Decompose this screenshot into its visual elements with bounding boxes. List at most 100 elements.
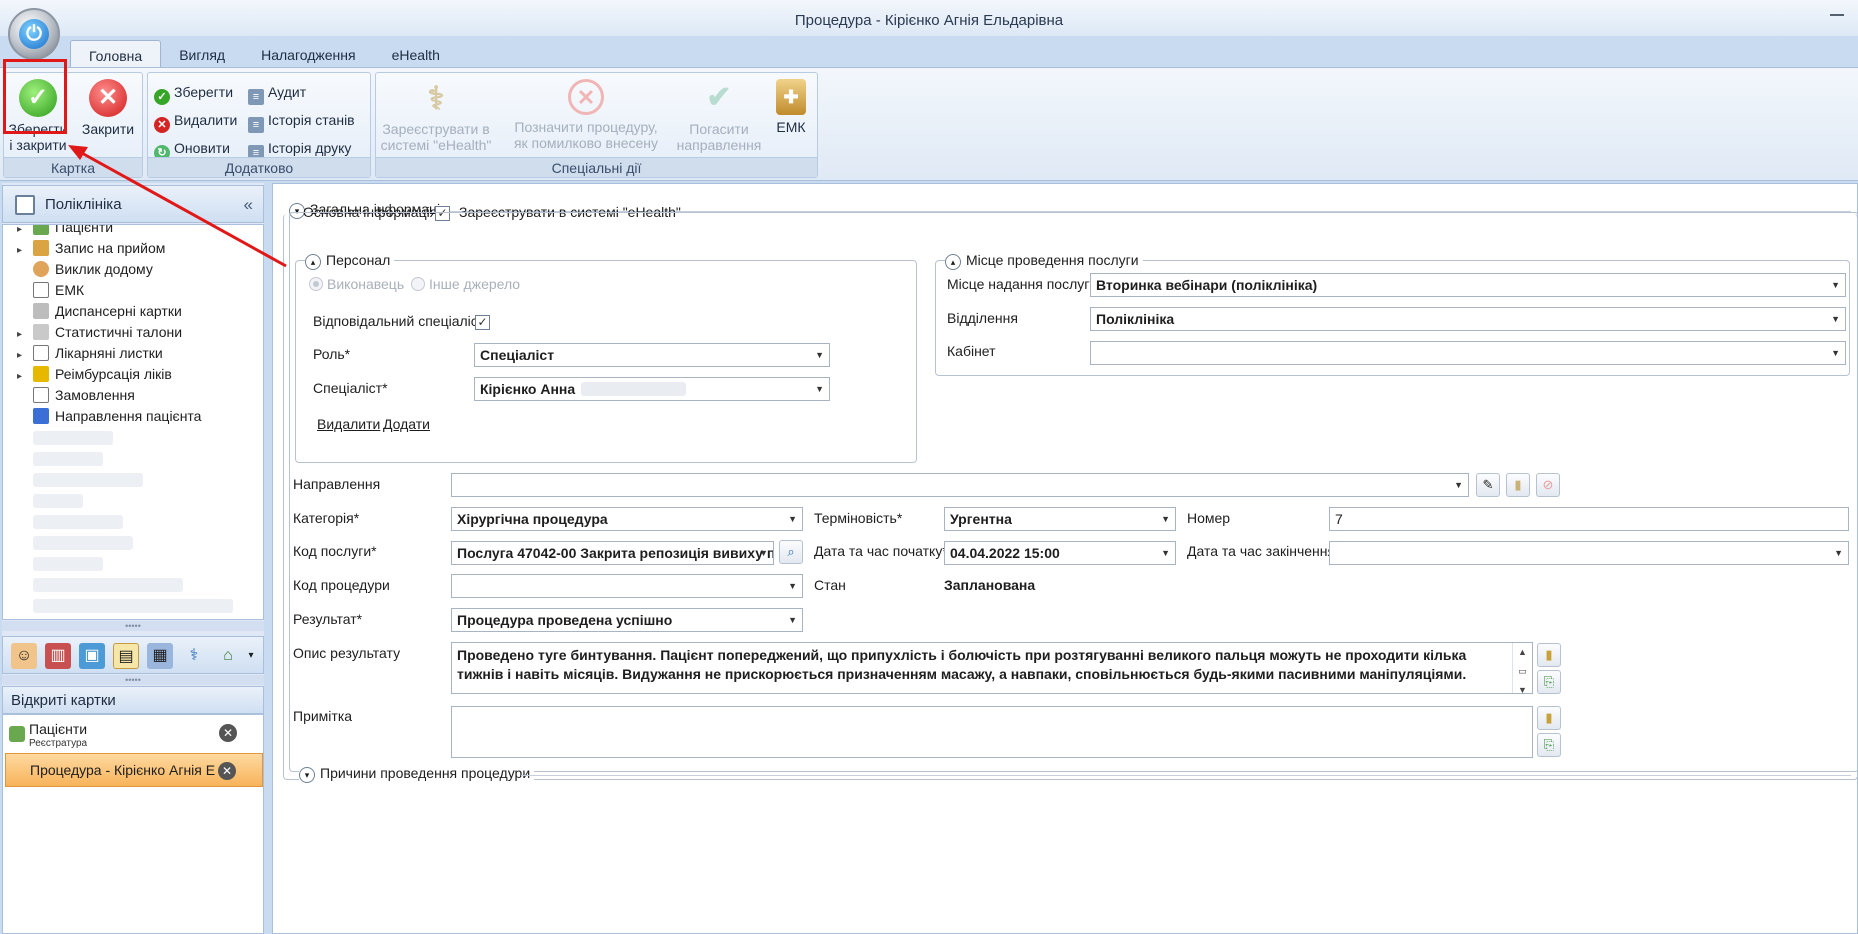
pane-splitter-2[interactable]: ••••• xyxy=(2,675,264,685)
emk-button[interactable]: ✚ ЕМК xyxy=(768,77,814,135)
note-label: Примітка xyxy=(293,708,353,724)
history-print-button[interactable]: ≡ Історія друку xyxy=(248,137,352,161)
referral-select[interactable]: ▼ xyxy=(451,473,1469,497)
book-icon: ▮ xyxy=(1545,647,1553,662)
edit-referral-button[interactable]: ✎ xyxy=(1476,473,1500,497)
audit-button[interactable]: ≡ Аудит xyxy=(248,81,306,105)
minimize-button[interactable] xyxy=(1830,14,1844,16)
blurred-item xyxy=(33,557,103,571)
no-entry-icon: ⊘ xyxy=(1542,477,1554,492)
blurred-item xyxy=(33,452,103,466)
history-print-label: Історія друку xyxy=(268,140,352,156)
start-datetime-picker[interactable]: 04.04.2022 15:00 ▼ xyxy=(944,541,1176,565)
place-header[interactable]: ▴ Місце проведення послуги xyxy=(945,252,1143,270)
mark-error-button[interactable]: ✕ Позначити процедуру, як помилково внес… xyxy=(506,77,666,151)
service-place-select[interactable]: Вторинка вебінари (поліклініка) ▼ xyxy=(1090,273,1846,297)
scroll-thumb[interactable]: ▭ xyxy=(1513,662,1532,681)
reasons-section-header[interactable]: ▾ Причини проведення процедури xyxy=(299,765,535,783)
save-and-close-button[interactable]: ✓ Зберегти і закрити xyxy=(8,77,68,153)
nav-item-stat-talons[interactable]: ▸ Статистичні талони xyxy=(3,322,182,343)
polyclinic-module-icon[interactable]: ▤ xyxy=(113,643,139,669)
urgency-select[interactable]: Ургентна ▼ xyxy=(944,507,1176,531)
group-karta: ✓ Зберегти і закрити ✕ Закрити Картка xyxy=(3,72,143,178)
insert-template-button[interactable]: ⎘ xyxy=(1537,670,1561,694)
add-personnel-link[interactable]: Додати xyxy=(383,416,430,432)
open-card-patients[interactable]: Пацієнти Реєстратура ✕ xyxy=(5,717,263,751)
sheet-icon xyxy=(33,345,49,361)
vertical-scrollbar[interactable]: ▲ ▭ ▼ xyxy=(1512,643,1532,695)
home-module-icon[interactable]: ⌂ xyxy=(215,643,241,669)
stationary-module-icon[interactable]: ▣ xyxy=(79,643,105,669)
medical-module-icon[interactable]: ⚕ xyxy=(181,643,207,669)
tab-settings[interactable]: Налагодження xyxy=(243,40,374,68)
end-datetime-picker[interactable]: ▼ xyxy=(1329,541,1849,565)
open-card-procedure[interactable]: Процедура - Кірієнко Агнія Ельдарівна ✕ xyxy=(5,753,263,787)
start-datetime-label: Дата та час початку* xyxy=(814,543,948,559)
group-dodatkovo-label: Додатково xyxy=(148,157,370,177)
nav-item-dispensary[interactable]: Диспансерні картки xyxy=(3,301,182,322)
close-card-icon[interactable]: ✕ xyxy=(218,762,236,780)
stat-icon xyxy=(33,324,49,340)
main-splitter[interactable] xyxy=(264,183,272,934)
nav-item-appointments[interactable]: ▸ Запис на прийом xyxy=(3,238,165,259)
number-input[interactable]: 7 xyxy=(1329,507,1849,531)
tab-view[interactable]: Вигляд xyxy=(161,40,243,68)
save-button[interactable]: ✓ Зберегти xyxy=(154,81,233,105)
more-modules-icon[interactable]: ▾ xyxy=(243,643,259,669)
template-book-button[interactable]: ▮ xyxy=(1537,643,1561,667)
referral-label: Направлення xyxy=(293,476,381,492)
result-select[interactable]: Процедура проведена успішно ▼ xyxy=(451,608,803,632)
blurred-item xyxy=(33,536,133,550)
tab-ehealth[interactable]: eHealth xyxy=(374,40,458,68)
note-template-book-button[interactable]: ▮ xyxy=(1537,706,1561,730)
role-select[interactable]: Спеціаліст ▼ xyxy=(474,343,830,367)
specialist-label: Спеціаліст* xyxy=(313,380,388,396)
procedure-code-select[interactable]: ▼ xyxy=(451,574,803,598)
search-service-button[interactable]: ⌕ xyxy=(779,540,803,564)
responsible-specialist-label: Відповідальний спеціаліст xyxy=(313,313,485,329)
table-module-icon[interactable]: ▦ xyxy=(147,643,173,669)
registry-module-icon[interactable]: ☺ xyxy=(11,643,37,669)
procedure-code-label: Код процедури xyxy=(293,577,390,593)
personnel-header[interactable]: ▴ Персонал xyxy=(305,252,395,270)
scroll-down-icon[interactable]: ▼ xyxy=(1513,681,1532,700)
delete-button[interactable]: ✕ Видалити xyxy=(154,109,237,133)
delete-personnel-link[interactable]: Видалити xyxy=(317,416,380,432)
refresh-button[interactable]: ↻ Оновити xyxy=(154,137,230,161)
pane-splitter[interactable]: ••••• xyxy=(2,621,264,631)
close-card-icon[interactable]: ✕ xyxy=(219,724,237,742)
note-insert-template-button[interactable]: ⎘ xyxy=(1537,733,1561,757)
category-select[interactable]: Хірургічна процедура ▼ xyxy=(451,507,803,531)
history-states-button[interactable]: ≡ Історія станів xyxy=(248,109,355,133)
collapse-icon[interactable]: « xyxy=(244,186,253,224)
nav-item-sick-leave[interactable]: ▸ Лікарняні листки xyxy=(3,343,163,364)
scroll-up-icon[interactable]: ▲ xyxy=(1513,643,1532,662)
nav-item-orders[interactable]: Замовлення xyxy=(3,385,135,406)
clear-referral-button[interactable]: ⊘ xyxy=(1536,473,1560,497)
open-referral-button[interactable]: ▮ xyxy=(1506,473,1530,497)
close-button[interactable]: ✕ Закрити xyxy=(78,77,138,137)
nav-item-reimbursement[interactable]: ▸ Реімбурсація ліків xyxy=(3,364,172,385)
responsible-specialist-checkbox[interactable]: ✓ xyxy=(475,315,490,330)
radio-performer[interactable]: Виконавець xyxy=(309,276,404,292)
stats-module-icon[interactable]: ▥ xyxy=(45,643,71,669)
result-desc-textarea[interactable]: Проведено туге бинтування. Пацієнт попер… xyxy=(451,642,1533,695)
role-label: Роль* xyxy=(313,346,351,362)
history-states-label: Історія станів xyxy=(268,112,355,128)
cancel-referral-button[interactable]: ✔ Погасити направлення xyxy=(674,77,764,153)
ribbon-tabs: Головна Вигляд Налагодження eHealth xyxy=(70,40,458,68)
register-ehealth-button[interactable]: ⚕ Зареєструвати в системі "eHealth" xyxy=(380,77,492,153)
service-code-select[interactable]: Послуга 47042-00 Закрита репозиція вивих… xyxy=(451,541,774,565)
department-label: Відділення xyxy=(947,310,1018,326)
note-textarea[interactable] xyxy=(451,706,1533,758)
department-select[interactable]: Поліклініка ▼ xyxy=(1090,307,1846,331)
radio-other-source[interactable]: Інше джерело xyxy=(411,276,520,292)
nav-item-home-visit[interactable]: Виклик додому xyxy=(3,259,153,280)
tab-home[interactable]: Головна xyxy=(70,40,162,68)
specialist-select[interactable]: Кірієнко Анна ▼ xyxy=(474,377,830,401)
nav-item-patients[interactable]: ▸ Пацієнти xyxy=(3,225,113,238)
nav-item-emk[interactable]: ЕМК xyxy=(3,280,84,301)
cabinet-select[interactable]: ▼ xyxy=(1090,341,1846,365)
nav-item-referrals[interactable]: Направлення пацієнта xyxy=(3,406,201,427)
app-menu-button[interactable]: ⏻ xyxy=(8,8,60,60)
